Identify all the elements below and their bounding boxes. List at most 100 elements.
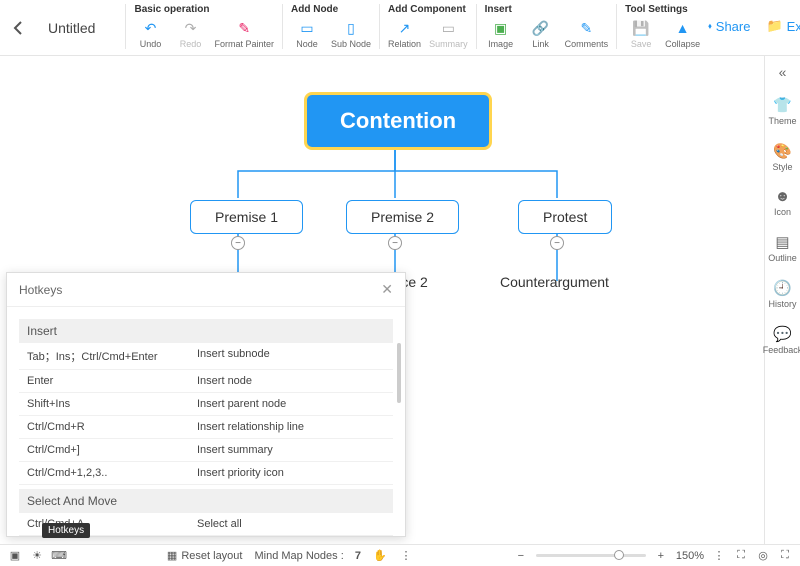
- node-premise-1[interactable]: Premise 1: [190, 200, 303, 234]
- image-icon: ▣: [492, 19, 510, 37]
- hotkeys-section-title: Select And Move: [19, 489, 393, 513]
- hotkeys-body[interactable]: Insert Tab；Ins；Ctrl/Cmd+EnterInsert subno…: [7, 307, 405, 536]
- keyboard-icon[interactable]: ⌨: [52, 549, 66, 563]
- hotkeys-row: Ctrl/Cmd+]Insert summary: [19, 439, 393, 462]
- zoom-thumb[interactable]: [614, 550, 624, 560]
- share-icon: ⬪: [708, 18, 712, 34]
- hotkeys-row: EnterInsert node: [19, 370, 393, 393]
- group-add-component: Add Component ↗Relation ▭Summary: [379, 4, 476, 49]
- node-protest[interactable]: Protest: [518, 200, 612, 234]
- summary-button[interactable]: ▭Summary: [429, 19, 468, 49]
- hotkey-desc: Insert priority icon: [197, 467, 284, 479]
- hotkey-desc: Insert parent node: [197, 398, 286, 410]
- hotkey-desc: Insert node: [197, 375, 252, 387]
- hotkey-combo: Ctrl/Cmd+1,2,3..: [27, 467, 197, 479]
- add-node-button[interactable]: ▭Node: [291, 19, 323, 49]
- reset-layout-button[interactable]: ▦Reset layout: [167, 549, 243, 562]
- insert-image-button[interactable]: ▣Image: [485, 19, 517, 49]
- rail-feedback[interactable]: 💬Feedback: [763, 325, 800, 355]
- hotkey-combo: Ctrl/Cmd+]: [27, 444, 197, 456]
- subnode-icon: ▯: [342, 19, 360, 37]
- history-icon: 🕘: [773, 279, 792, 297]
- hand-icon[interactable]: ✋: [373, 549, 387, 563]
- rail-outline[interactable]: ▤Outline: [768, 233, 797, 263]
- hotkeys-row: Ctrl/Cmd+1,2,3..Insert priority icon: [19, 462, 393, 485]
- collapse-icon: ▲: [674, 19, 692, 37]
- dots-icon[interactable]: ⋮: [712, 549, 726, 563]
- rail-theme[interactable]: 👕Theme: [768, 96, 796, 126]
- top-toolbar: Untitled Basic operation ↶Undo ↷Redo ✎Fo…: [0, 0, 800, 56]
- node-icon: ▭: [298, 19, 316, 37]
- comment-icon: ✎: [577, 19, 595, 37]
- close-icon[interactable]: ✕: [381, 281, 393, 298]
- hotkey-combo: Tab；Ins；Ctrl/Cmd+Enter: [27, 348, 197, 364]
- right-rail: « 👕Theme 🎨Style ☻Icon ▤Outline 🕘History …: [764, 56, 800, 544]
- collapse-button[interactable]: ▲Collapse: [665, 19, 700, 49]
- collapse-toggle[interactable]: −: [231, 236, 245, 250]
- collapse-toggle[interactable]: −: [388, 236, 402, 250]
- node-premise-2[interactable]: Premise 2: [346, 200, 459, 234]
- fit-icon[interactable]: ⛶: [734, 549, 748, 563]
- layout-icon: ▦: [167, 549, 177, 562]
- save-button[interactable]: 💾Save: [625, 19, 657, 49]
- style-icon: 🎨: [773, 142, 792, 160]
- nodes-count: Mind Map Nodes : 7: [254, 550, 360, 562]
- insert-link-button[interactable]: 🔗Link: [525, 19, 557, 49]
- bottom-bar: ▣ ☀ ⌨ ▦Reset layout Mind Map Nodes : 7 ✋…: [0, 544, 800, 566]
- hotkey-combo: Ctrl/Cmd+R: [27, 421, 197, 433]
- rail-icon[interactable]: ☻Icon: [774, 188, 791, 217]
- rail-history[interactable]: 🕘History: [768, 279, 796, 309]
- presentation-icon[interactable]: ▣: [8, 549, 22, 563]
- zoom-out-button[interactable]: −: [514, 549, 528, 563]
- relation-icon: ↗: [396, 19, 414, 37]
- hotkeys-title: Hotkeys: [19, 283, 62, 297]
- feedback-icon: 💬: [773, 325, 792, 343]
- counterargument-label: Counterargument: [500, 274, 609, 290]
- hotkeys-row: Shift+InsInsert parent node: [19, 393, 393, 416]
- center-icon[interactable]: ◎: [756, 549, 770, 563]
- add-subnode-button[interactable]: ▯Sub Node: [331, 19, 371, 49]
- format-painter-button[interactable]: ✎Format Painter: [214, 19, 274, 49]
- export-button[interactable]: 📁Export: [766, 18, 800, 34]
- zoom-in-button[interactable]: +: [654, 549, 668, 563]
- document-title[interactable]: Untitled: [48, 20, 95, 36]
- brightness-icon[interactable]: ☀: [30, 549, 44, 563]
- hotkey-combo: Enter: [27, 375, 197, 387]
- undo-button[interactable]: ↶Undo: [134, 19, 166, 49]
- rail-collapse-button[interactable]: «: [779, 64, 787, 80]
- fullscreen-icon[interactable]: ⛶: [778, 549, 792, 563]
- relation-button[interactable]: ↗Relation: [388, 19, 421, 49]
- redo-icon: ↷: [181, 19, 199, 37]
- hotkeys-panel: Hotkeys ✕ InsertTab；Ins；Ctrl/Cmd+EnterIn…: [6, 272, 406, 537]
- back-button[interactable]: [8, 18, 28, 38]
- hotkey-desc: Insert subnode: [197, 348, 270, 364]
- share-button[interactable]: ⬪Share: [708, 18, 750, 34]
- hotkey-desc: Select all: [197, 518, 242, 530]
- dots-icon[interactable]: ⋮: [399, 549, 413, 563]
- theme-icon: 👕: [773, 96, 792, 114]
- insert-comment-button[interactable]: ✎Comments: [565, 19, 609, 49]
- scrollbar-thumb[interactable]: [397, 343, 401, 403]
- summary-icon: ▭: [439, 19, 457, 37]
- save-icon: 💾: [632, 19, 650, 37]
- link-icon: 🔗: [532, 19, 550, 37]
- zoom-percent: 150%: [676, 550, 704, 562]
- undo-icon: ↶: [141, 19, 159, 37]
- hotkey-desc: Insert relationship line: [197, 421, 304, 433]
- rail-style[interactable]: 🎨Style: [772, 142, 792, 172]
- outline-icon: ▤: [775, 233, 789, 251]
- group-insert: Insert ▣Image 🔗Link ✎Comments: [476, 4, 617, 49]
- group-basic: Basic operation ↶Undo ↷Redo ✎Format Pain…: [125, 4, 282, 49]
- zoom-slider[interactable]: [536, 554, 646, 557]
- group-tool-settings: Tool Settings 💾Save ▲Collapse: [616, 4, 708, 49]
- root-node[interactable]: Contention: [306, 94, 490, 148]
- brush-icon: ✎: [235, 19, 253, 37]
- icon-icon: ☻: [775, 188, 791, 205]
- redo-button[interactable]: ↷Redo: [174, 19, 206, 49]
- hotkeys-section-title: Insert: [19, 319, 393, 343]
- collapse-toggle[interactable]: −: [550, 236, 564, 250]
- group-add-node: Add Node ▭Node ▯Sub Node: [282, 4, 379, 49]
- hotkey-desc: Insert summary: [197, 444, 273, 456]
- tooltip: Hotkeys: [42, 523, 90, 538]
- export-icon: 📁: [766, 18, 782, 34]
